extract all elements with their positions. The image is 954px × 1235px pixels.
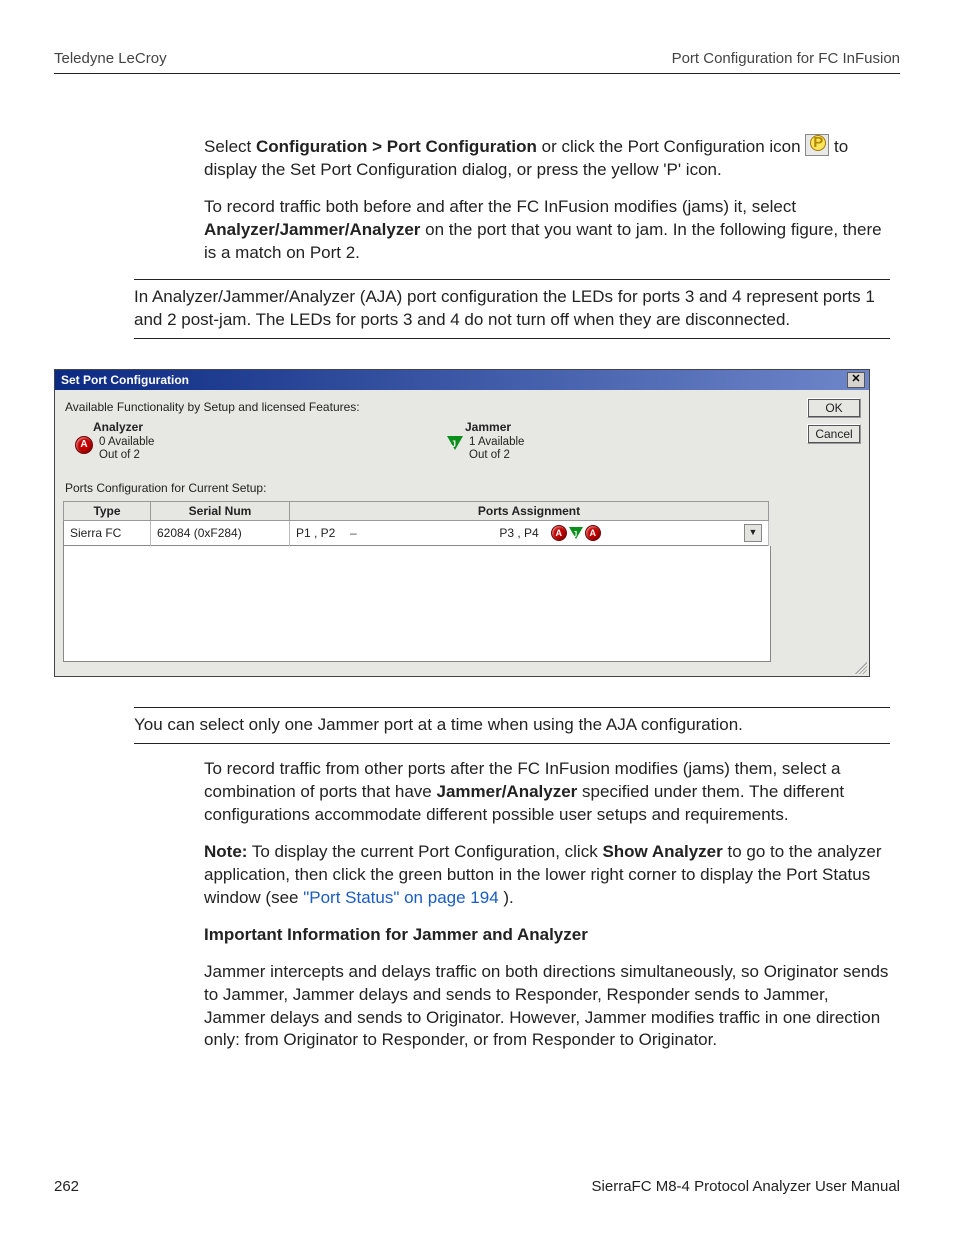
para-3: To record traffic from other ports after… bbox=[204, 758, 890, 827]
para-2: To record traffic both before and after … bbox=[204, 196, 890, 265]
assign-icons: A A bbox=[551, 525, 601, 541]
text-bold: Analyzer/Jammer/Analyzer bbox=[204, 220, 420, 239]
col-type: Type bbox=[64, 502, 151, 521]
heading-important: Important Information for Jammer and Ana… bbox=[204, 924, 890, 947]
para-1: Select Configuration > Port Configuratio… bbox=[204, 134, 890, 182]
note-lead: Note: bbox=[204, 842, 247, 861]
header-right: Port Configuration for FC InFusion bbox=[672, 50, 900, 67]
ok-button[interactable]: OK bbox=[807, 398, 861, 418]
dash: – bbox=[343, 526, 363, 540]
text: To record traffic both before and after … bbox=[204, 197, 796, 216]
page-number: 262 bbox=[54, 1178, 79, 1195]
dialog-titlebar: Set Port Configuration ✕ bbox=[55, 370, 869, 390]
analyzer-line1: 0 Available bbox=[99, 436, 154, 450]
set-port-config-dialog: Set Port Configuration ✕ Available Funct… bbox=[54, 369, 870, 678]
chevron-down-icon[interactable]: ▼ bbox=[744, 524, 762, 542]
header-rule bbox=[54, 73, 900, 74]
table-empty-area bbox=[63, 546, 771, 662]
header-left: Teledyne LeCroy bbox=[54, 50, 167, 67]
close-icon[interactable]: ✕ bbox=[847, 372, 865, 388]
cell-serial: 62084 (0xF284) bbox=[151, 521, 290, 546]
cell-type: Sierra FC bbox=[64, 521, 151, 546]
col-serial: Serial Num bbox=[151, 502, 290, 521]
text: In Analyzer/Jammer/Analyzer (AJA) port c… bbox=[134, 287, 875, 329]
analyzer-line2: Out of 2 bbox=[99, 449, 154, 463]
cancel-button[interactable]: Cancel bbox=[807, 424, 861, 444]
text: To display the current Port Configuratio… bbox=[252, 842, 603, 861]
note-2: You can select only one Jammer port at a… bbox=[134, 707, 890, 744]
note-1: In Analyzer/Jammer/Analyzer (AJA) port c… bbox=[134, 279, 890, 339]
text: Select bbox=[204, 137, 256, 156]
jammer-head: Jammer bbox=[465, 420, 807, 434]
col-assign: Ports Assignment bbox=[290, 502, 769, 521]
text: ). bbox=[503, 888, 513, 907]
port-config-icon bbox=[805, 134, 829, 156]
jammer-icon bbox=[569, 527, 583, 539]
jammer-line1: 1 Available bbox=[469, 436, 524, 450]
jammer-line2: Out of 2 bbox=[469, 449, 524, 463]
jammer-icon bbox=[447, 436, 463, 450]
dialog-title: Set Port Configuration bbox=[61, 373, 189, 387]
cell-assign[interactable]: P1 , P2 – P3 , P4 A A ▼ bbox=[290, 521, 769, 546]
text-bold: Show Analyzer bbox=[602, 842, 722, 861]
para-5: Jammer intercepts and delays traffic on … bbox=[204, 961, 890, 1053]
text-bold: Configuration > Port Configuration bbox=[256, 137, 537, 156]
analyzer-head: Analyzer bbox=[93, 420, 435, 434]
table-row: Sierra FC 62084 (0xF284) P1 , P2 – P3 , … bbox=[64, 521, 769, 546]
analyzer-icon: A bbox=[75, 436, 93, 454]
analyzer-icon: A bbox=[585, 525, 601, 541]
text-bold: Jammer/Analyzer bbox=[436, 782, 577, 801]
manual-title: SierraFC M8-4 Protocol Analyzer User Man… bbox=[592, 1178, 900, 1195]
port-status-link[interactable]: "Port Status" on page 194 bbox=[303, 888, 498, 907]
analyzer-icon: A bbox=[551, 525, 567, 541]
resize-grip-icon[interactable] bbox=[855, 662, 867, 674]
ports-left: P1 , P2 bbox=[296, 526, 335, 540]
para-4: Note: To display the current Port Config… bbox=[204, 841, 890, 910]
ports-table: Type Serial Num Ports Assignment Sierra … bbox=[63, 501, 769, 546]
available-label: Available Functionality by Setup and lic… bbox=[65, 400, 807, 414]
ports-right: P3 , P4 bbox=[499, 526, 538, 540]
ports-config-label: Ports Configuration for Current Setup: bbox=[65, 481, 807, 495]
text: or click the Port Configuration icon bbox=[542, 137, 806, 156]
text: You can select only one Jammer port at a… bbox=[134, 715, 743, 734]
